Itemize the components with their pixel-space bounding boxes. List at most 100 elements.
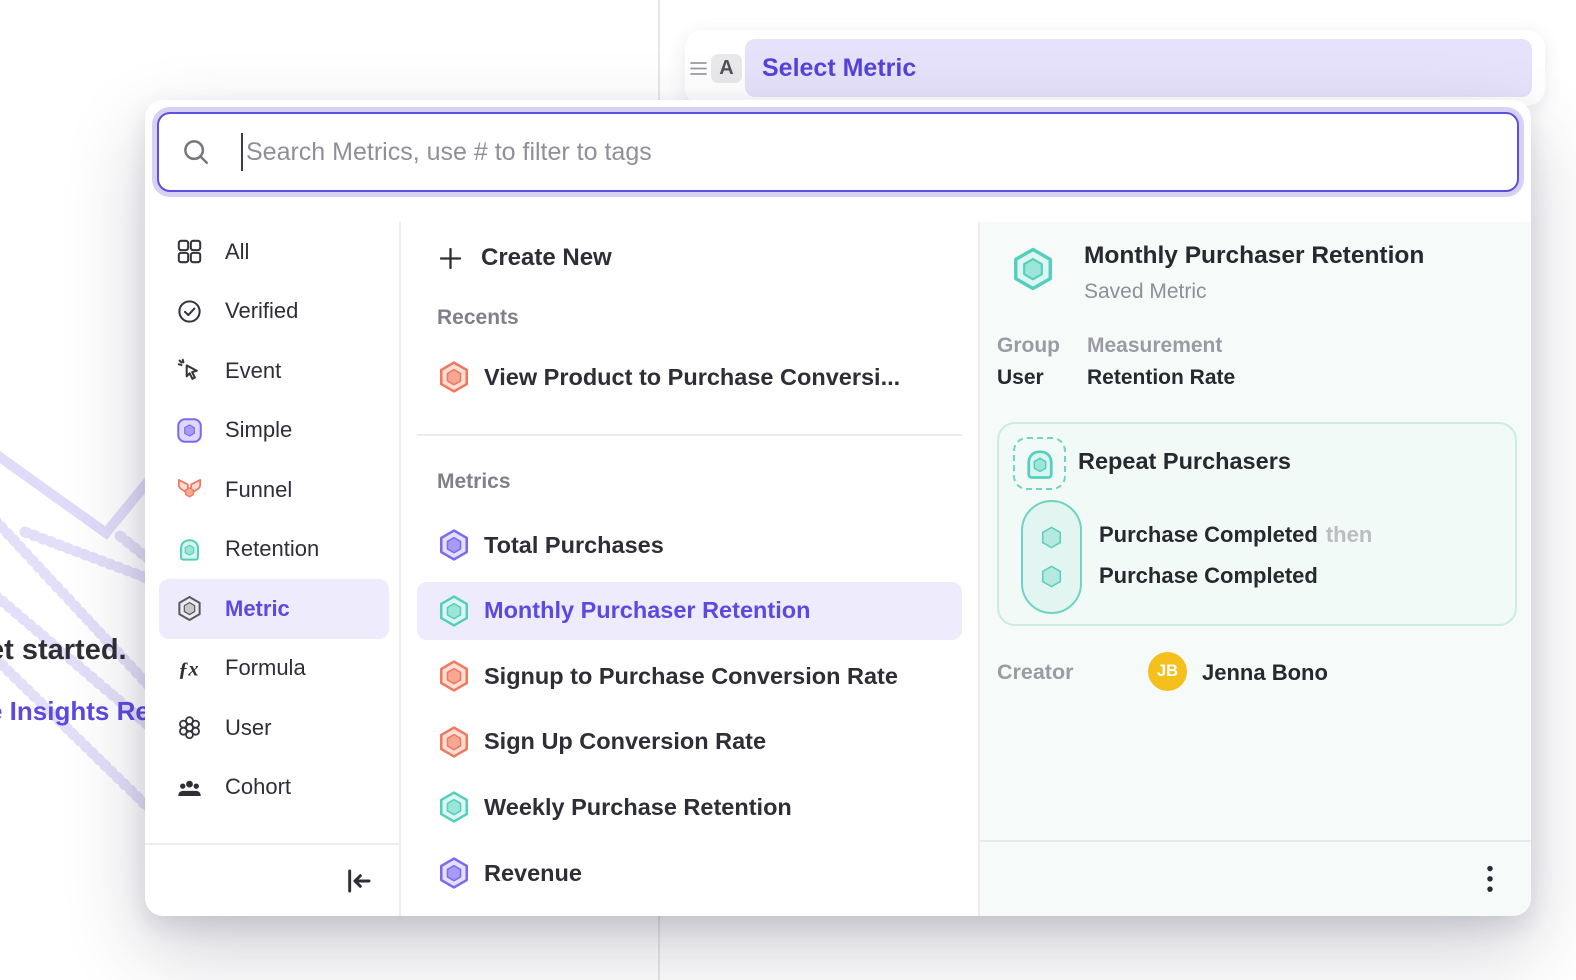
step-connector: then bbox=[1326, 522, 1372, 547]
sidebar-item-simple[interactable]: Simple bbox=[159, 401, 389, 461]
creator-label: Creator bbox=[997, 660, 1073, 685]
sidebar-item-label: Formula bbox=[225, 655, 306, 681]
verified-badge-icon bbox=[176, 298, 203, 325]
sidebar-item-user[interactable]: User bbox=[159, 698, 389, 758]
sidebar-item-label: User bbox=[225, 715, 271, 741]
metric-hexagon-icon bbox=[176, 595, 203, 622]
series-position-badge: A bbox=[711, 54, 742, 83]
sidebar-item-label: Event bbox=[225, 358, 281, 384]
sidebar-item-verified[interactable]: Verified bbox=[159, 282, 389, 342]
sidebar-item-label: All bbox=[225, 239, 249, 265]
retention-icon bbox=[1022, 446, 1058, 482]
metric-item-label: Signup to Purchase Conversion Rate bbox=[484, 663, 898, 690]
metric-picker-modal: All Verified Event bbox=[145, 100, 1531, 916]
sidebar-item-formula[interactable]: ƒx Formula bbox=[159, 639, 389, 699]
select-metric-pill-label: Select Metric bbox=[762, 54, 916, 83]
metric-hexagon-icon bbox=[437, 790, 471, 824]
sidebar-item-retention[interactable]: Retention bbox=[159, 520, 389, 580]
metric-detail-panel: Monthly Purchaser Retention Saved Metric… bbox=[978, 222, 1531, 916]
creator-avatar: JB bbox=[1148, 652, 1187, 691]
detail-subtitle: Saved Metric bbox=[1084, 280, 1207, 304]
search-box[interactable] bbox=[157, 112, 1519, 192]
sidebar-item-label: Funnel bbox=[225, 477, 292, 503]
kebab-menu-icon bbox=[1483, 864, 1497, 896]
simple-metric-icon bbox=[176, 417, 203, 444]
sidebar-item-all[interactable]: All bbox=[159, 222, 389, 282]
plus-icon bbox=[437, 245, 464, 272]
step-hexagon-icon bbox=[1038, 563, 1065, 590]
metric-list-item[interactable]: Sign Up Conversion Rate bbox=[417, 713, 962, 771]
metric-row-panel: A Select Metric bbox=[685, 30, 1545, 106]
sidebar-footer bbox=[145, 843, 399, 916]
cohort-icon bbox=[176, 774, 203, 801]
metric-list-item[interactable]: Weekly Purchase Retention bbox=[417, 778, 962, 836]
metric-hexagon-icon bbox=[1010, 246, 1056, 292]
metric-hexagon-icon bbox=[437, 725, 471, 759]
creator-name: Jenna Bono bbox=[1202, 660, 1328, 686]
definition-card: Repeat Purchasers Purchase Completed then bbox=[997, 422, 1517, 626]
funnel-metric-hexagon-icon bbox=[437, 360, 471, 394]
step-event-name: Purchase Completed bbox=[1099, 522, 1318, 547]
measurement-value: Retention Rate bbox=[1087, 366, 1235, 390]
sidebar-item-event[interactable]: Event bbox=[159, 341, 389, 401]
step-hexagon-icon bbox=[1038, 524, 1065, 551]
metric-list-item[interactable]: Revenue bbox=[417, 844, 962, 902]
metrics-heading: Metrics bbox=[437, 470, 511, 494]
more-options-button[interactable] bbox=[1472, 862, 1508, 900]
picker-body: All Verified Event bbox=[145, 222, 1531, 916]
retention-icon bbox=[176, 536, 203, 563]
background-insights-report-link[interactable]: e Insights Re bbox=[0, 696, 150, 727]
filter-sidebar: All Verified Event bbox=[145, 222, 401, 916]
list-section-divider bbox=[417, 434, 962, 436]
search-input[interactable] bbox=[246, 138, 1517, 167]
app-canvas: et started. e Insights Re A Select Metri… bbox=[0, 0, 1576, 980]
metric-hexagon-icon bbox=[437, 594, 471, 628]
detail-footer-divider bbox=[980, 840, 1531, 842]
sidebar-item-cohort[interactable]: Cohort bbox=[159, 758, 389, 818]
definition-name: Repeat Purchasers bbox=[1078, 448, 1291, 475]
metric-hexagon-icon bbox=[437, 528, 471, 562]
definition-step-2: Purchase Completed bbox=[1099, 563, 1318, 589]
recent-item[interactable]: View Product to Purchase Conversi... bbox=[417, 348, 962, 406]
create-new-button[interactable]: Create New bbox=[417, 234, 962, 282]
search-icon bbox=[181, 137, 211, 167]
definition-step-1: Purchase Completed then bbox=[1099, 522, 1372, 548]
background-heading-fragment: et started. bbox=[0, 634, 127, 667]
measurement-label: Measurement bbox=[1087, 334, 1222, 358]
collapse-sidebar-button[interactable] bbox=[343, 865, 375, 897]
sidebar-item-metric[interactable]: Metric bbox=[159, 579, 389, 639]
recent-item-label: View Product to Purchase Conversi... bbox=[484, 364, 900, 391]
detail-title: Monthly Purchaser Retention bbox=[1084, 242, 1424, 270]
text-caret bbox=[241, 133, 243, 171]
metric-list-item[interactable]: Total Purchases bbox=[417, 516, 962, 574]
drag-handle-icon[interactable] bbox=[688, 59, 709, 78]
step-event-name: Purchase Completed bbox=[1099, 563, 1318, 588]
metric-list: Create New Recents View Product to Purch… bbox=[401, 222, 978, 916]
sidebar-item-label: Verified bbox=[225, 298, 298, 324]
collapse-left-icon bbox=[343, 865, 375, 897]
sidebar-item-label: Simple bbox=[225, 417, 292, 443]
event-cursor-icon bbox=[176, 357, 203, 384]
create-new-label: Create New bbox=[481, 244, 612, 272]
retention-definition-icon-frame bbox=[1013, 437, 1066, 490]
sidebar-item-label: Metric bbox=[225, 596, 290, 622]
metric-item-label: Monthly Purchaser Retention bbox=[484, 597, 810, 624]
metric-list-item[interactable]: Signup to Purchase Conversion Rate bbox=[417, 647, 962, 705]
metric-item-label: Weekly Purchase Retention bbox=[484, 794, 792, 821]
sidebar-item-label: Retention bbox=[225, 536, 319, 562]
group-value: User bbox=[997, 366, 1044, 390]
metric-item-label: Sign Up Conversion Rate bbox=[484, 728, 766, 755]
sidebar-item-funnel[interactable]: Funnel bbox=[159, 460, 389, 520]
grid-icon bbox=[176, 238, 203, 265]
group-label: Group bbox=[997, 334, 1060, 358]
retention-steps-capsule bbox=[1021, 500, 1082, 614]
metric-hexagon-icon bbox=[437, 659, 471, 693]
svg-text:ƒx: ƒx bbox=[178, 658, 198, 680]
select-metric-pill[interactable]: Select Metric bbox=[745, 39, 1532, 97]
metric-list-item-selected[interactable]: Monthly Purchaser Retention bbox=[417, 582, 962, 640]
metric-hexagon-icon bbox=[437, 856, 471, 890]
recents-heading: Recents bbox=[437, 306, 519, 330]
metric-item-label: Revenue bbox=[484, 860, 582, 887]
funnel-icon bbox=[176, 476, 203, 503]
sidebar-item-label: Cohort bbox=[225, 774, 291, 800]
